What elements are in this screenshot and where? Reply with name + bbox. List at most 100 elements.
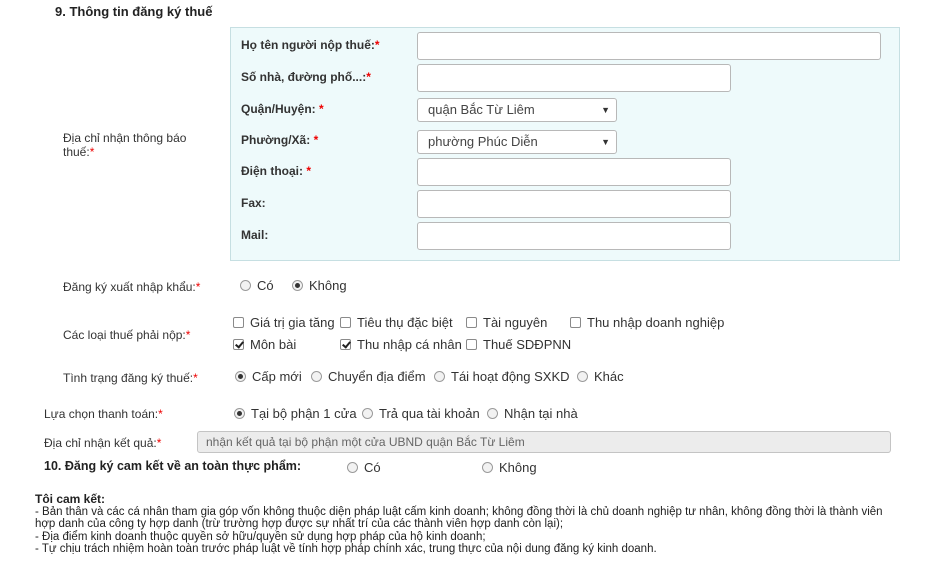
import-export-label-text: Đăng ký xuất nhập khẩu:: [63, 280, 196, 294]
food-safety-yes-radio[interactable]: Có: [347, 460, 381, 475]
tax-types-label: Các loại thuế phải nộp:*: [63, 328, 190, 342]
tax-status-label: Tình trạng đăng ký thuế:*: [63, 371, 198, 385]
payment-label-text: Lựa chọn thanh toán:: [44, 407, 159, 421]
commitment-line: - Bản thân và các cá nhân tham gia góp v…: [35, 505, 883, 518]
checkbox-box[interactable]: [466, 339, 477, 350]
option-label: Giá trị gia tăng: [250, 315, 335, 330]
option-label: Có: [257, 278, 274, 293]
option-label: Tại bộ phận 1 cửa: [251, 406, 357, 421]
payment-label: Lựa chọn thanh toán:*: [44, 407, 163, 421]
checkbox-box[interactable]: [466, 317, 477, 328]
commitment-line: - Địa điểm kinh doanh thuộc quyền sở hữu…: [35, 530, 486, 543]
radio-circle[interactable]: [482, 462, 493, 473]
fax-input[interactable]: [417, 190, 731, 218]
option-label: Môn bài: [250, 337, 297, 352]
option-label: Khác: [594, 369, 624, 384]
checkbox-box[interactable]: [340, 317, 351, 328]
district-select[interactable]: quận Bắc Từ Liêm ▼: [417, 98, 617, 122]
mail-label: Mail:: [241, 228, 269, 242]
commitment-title: Tôi cam kết:: [35, 492, 106, 506]
checkbox-box[interactable]: [233, 339, 244, 350]
import-export-label: Đăng ký xuất nhập khẩu:*: [63, 280, 200, 294]
commitment-line: hợp danh của công ty hợp danh (trừ trườn…: [35, 518, 564, 530]
required-mark: *: [306, 164, 312, 178]
required-mark: *: [156, 436, 162, 450]
option-label: Có: [364, 460, 381, 475]
payment-home-radio[interactable]: Nhận tại nhà: [487, 406, 578, 421]
tax-status-new-radio[interactable]: Cấp mới: [235, 369, 302, 384]
checkbox-box[interactable]: [233, 317, 244, 328]
result-address-field: nhận kết quả tại bộ phận một cửa UBND qu…: [197, 431, 891, 453]
district-label-text: Quận/Huyện:: [241, 102, 320, 116]
tax-special-consumption-checkbox[interactable]: Tiêu thụ đặc biệt: [340, 315, 453, 330]
required-mark: *: [366, 70, 371, 84]
checkbox-box[interactable]: [570, 317, 581, 328]
ward-label: Phường/Xã: *: [241, 133, 318, 147]
section-9-title: 9. Thông tin đăng ký thuế: [55, 4, 213, 19]
radio-circle[interactable]: [311, 371, 322, 382]
tax-status-other-radio[interactable]: Khác: [577, 369, 624, 384]
option-label: Thu nhập doanh nghiệp: [587, 315, 725, 330]
option-label: Nhận tại nhà: [504, 406, 578, 421]
tax-corporate-income-checkbox[interactable]: Thu nhập doanh nghiệp: [570, 315, 724, 330]
radio-circle[interactable]: [577, 371, 588, 382]
dropdown-arrow-icon: ▼: [601, 105, 610, 115]
phone-label: Điện thoại: *: [241, 164, 311, 178]
radio-circle[interactable]: [235, 371, 246, 382]
phone-input[interactable]: [417, 158, 731, 186]
dropdown-arrow-icon: ▼: [601, 137, 610, 147]
commitment-line: - Tự chịu trách nhiệm hoàn toàn trước ph…: [35, 543, 657, 555]
district-select-value: quận Bắc Từ Liêm: [428, 102, 535, 117]
phone-label-text: Điện thoại:: [241, 164, 307, 178]
ward-select[interactable]: phường Phúc Diễn ▼: [417, 130, 617, 154]
required-mark: *: [195, 280, 201, 294]
district-label: Quận/Huyện: *: [241, 102, 324, 116]
commitment-block: Tôi cam kết: - Bản thân và các cá nhân t…: [35, 493, 930, 556]
radio-circle[interactable]: [347, 462, 358, 473]
tax-status-reactivate-radio[interactable]: Tái hoạt động SXKD: [434, 369, 570, 384]
street-input[interactable]: [417, 64, 731, 92]
option-label: Chuyển địa điểm: [328, 369, 426, 384]
required-mark: *: [193, 371, 198, 385]
tax-license-checkbox[interactable]: Môn bài: [233, 337, 296, 352]
radio-circle[interactable]: [487, 408, 498, 419]
section-10-title: 10. Đăng ký cam kết về an toàn thực phẩm…: [44, 459, 302, 473]
tax-status-label-text: Tình trạng đăng ký thuế:: [63, 371, 194, 385]
radio-circle[interactable]: [434, 371, 445, 382]
payment-account-radio[interactable]: Trả qua tài khoản: [362, 406, 480, 421]
tax-personal-income-checkbox[interactable]: Thu nhập cá nhân: [340, 337, 462, 352]
required-mark: *: [89, 145, 95, 159]
radio-circle[interactable]: [292, 280, 303, 291]
checkbox-box[interactable]: [340, 339, 351, 350]
tax-status-relocate-radio[interactable]: Chuyển địa điểm: [311, 369, 426, 384]
option-label: Tái hoạt động SXKD: [451, 369, 570, 384]
import-export-no-radio[interactable]: Không: [292, 278, 347, 293]
tax-resource-checkbox[interactable]: Tài nguyên: [466, 315, 547, 330]
result-address-label: Địa chỉ nhận kết quả:*: [44, 436, 161, 450]
import-export-yes-radio[interactable]: Có: [240, 278, 274, 293]
option-label: Tiêu thụ đặc biệt: [357, 315, 453, 330]
tax-vat-checkbox[interactable]: Giá trị gia tăng: [233, 315, 335, 330]
mail-input[interactable]: [417, 222, 731, 250]
option-label: Thu nhập cá nhân: [357, 337, 462, 352]
option-label: Thuế SDĐPNN: [483, 337, 572, 352]
required-mark: *: [374, 38, 380, 52]
radio-circle[interactable]: [240, 280, 251, 291]
radio-circle[interactable]: [362, 408, 373, 419]
payment-counter-radio[interactable]: Tại bộ phận 1 cửa: [234, 406, 357, 421]
required-mark: *: [319, 102, 324, 116]
radio-circle[interactable]: [234, 408, 245, 419]
tax-address-label-text: Địa chỉ nhận thông báo thuế:: [63, 131, 187, 159]
tax-types-label-text: Các loại thuế phải nộp:: [63, 328, 186, 342]
tax-address-label: Địa chỉ nhận thông báo thuế:*: [63, 131, 213, 159]
taxpayer-name-input[interactable]: [417, 32, 881, 60]
ward-select-value: phường Phúc Diễn: [428, 134, 538, 149]
option-label: Tài nguyên: [483, 315, 548, 330]
tax-land-use-checkbox[interactable]: Thuế SDĐPNN: [466, 337, 571, 352]
option-label: Không: [309, 278, 347, 293]
street-label-text: Số nhà, đường phố...:: [241, 70, 367, 84]
required-mark: *: [158, 407, 163, 421]
ward-label-text: Phường/Xã:: [241, 133, 314, 147]
street-label: Số nhà, đường phố...:*: [241, 70, 371, 84]
food-safety-no-radio[interactable]: Không: [482, 460, 537, 475]
